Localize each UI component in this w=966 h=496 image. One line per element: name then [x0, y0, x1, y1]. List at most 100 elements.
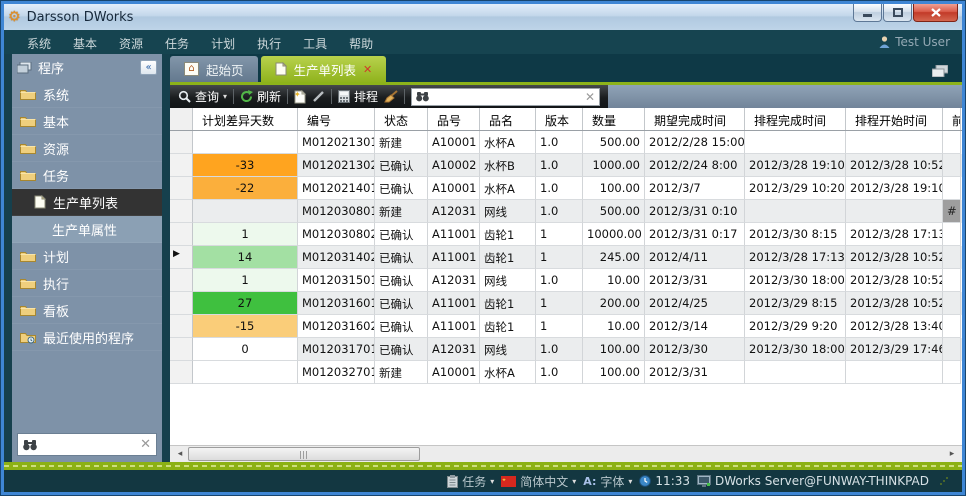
column-header[interactable]: 排程完成时间: [745, 108, 846, 130]
cell-send[interactable]: 2012/3/30 8:15: [745, 223, 846, 246]
cell-sstart[interactable]: 2012/3/28 10:52: [846, 246, 943, 269]
cell-status[interactable]: 已确认: [375, 223, 428, 246]
menu-item-7[interactable]: 工具: [292, 37, 338, 51]
sidebar-item[interactable]: 计划: [12, 243, 162, 270]
menu-item-3[interactable]: 资源: [108, 37, 154, 51]
new-record-button[interactable]: ✦: [294, 85, 306, 108]
cell-diff[interactable]: [193, 200, 298, 223]
cell-send[interactable]: [745, 200, 846, 223]
column-header[interactable]: 状态: [375, 108, 428, 130]
cell-id[interactable]: M012030801: [298, 200, 375, 223]
cell-diff[interactable]: 14: [193, 246, 298, 269]
cell-expect[interactable]: 2012/4/11: [645, 246, 745, 269]
cell-sstart[interactable]: 2012/3/28 17:13: [846, 223, 943, 246]
cell-ver[interactable]: 1.0: [536, 200, 583, 223]
cell-name[interactable]: 网线: [480, 200, 536, 223]
cell-id[interactable]: M012021302: [298, 154, 375, 177]
cell-sstart[interactable]: 2012/3/28 10:52: [846, 154, 943, 177]
row-selector[interactable]: [170, 223, 193, 246]
cell-extra[interactable]: [943, 177, 961, 200]
cell-extra[interactable]: [943, 292, 961, 315]
menu-item-2[interactable]: 基本: [62, 37, 108, 51]
sidebar-item[interactable]: 系统: [12, 81, 162, 108]
cell-diff[interactable]: -33: [193, 154, 298, 177]
cell-name[interactable]: 网线: [480, 269, 536, 292]
tab-close-icon[interactable]: ✕: [363, 63, 372, 76]
menu-item-8[interactable]: 帮助: [338, 37, 384, 51]
cell-pn[interactable]: A11001: [428, 246, 480, 269]
cell-id[interactable]: M012031501: [298, 269, 375, 292]
cell-extra[interactable]: #: [943, 200, 961, 223]
row-selector[interactable]: [170, 131, 193, 154]
cell-expect[interactable]: 2012/3/14: [645, 315, 745, 338]
table-row[interactable]: 1M012031501已确认A12031网线1.010.002012/3/312…: [170, 269, 962, 292]
row-selector[interactable]: [170, 315, 193, 338]
cell-name[interactable]: 水杯A: [480, 177, 536, 200]
cell-qty[interactable]: 10.00: [583, 269, 645, 292]
cell-diff[interactable]: -15: [193, 315, 298, 338]
cell-send[interactable]: 2012/3/28 17:13: [745, 246, 846, 269]
row-selector[interactable]: [170, 177, 193, 200]
sidebar-search-clear-icon[interactable]: ✕: [140, 437, 151, 452]
table-row[interactable]: -15M012031602已确认A11001齿轮1110.002012/3/14…: [170, 315, 962, 338]
cell-sstart[interactable]: [846, 200, 943, 223]
close-button[interactable]: [913, 4, 958, 22]
cell-qty[interactable]: 200.00: [583, 292, 645, 315]
clean-button[interactable]: [384, 85, 398, 108]
cell-qty[interactable]: 245.00: [583, 246, 645, 269]
row-selector[interactable]: [170, 292, 193, 315]
cell-qty[interactable]: 100.00: [583, 177, 645, 200]
cell-pn[interactable]: A10002: [428, 154, 480, 177]
cell-extra[interactable]: [943, 154, 961, 177]
table-row[interactable]: M012021301新建A10001水杯A1.0500.002012/2/28 …: [170, 131, 962, 154]
table-row[interactable]: -22M012021401已确认A10001水杯A1.0100.002012/3…: [170, 177, 962, 200]
current-row-marker[interactable]: ▶: [170, 246, 193, 269]
cell-send[interactable]: 2012/3/28 19:10: [745, 154, 846, 177]
cell-ver[interactable]: 1: [536, 292, 583, 315]
tab-active[interactable]: 生产单列表✕: [261, 56, 387, 82]
cell-sstart[interactable]: [846, 131, 943, 154]
column-header[interactable]: 版本: [536, 108, 583, 130]
scroll-left-icon[interactable]: ◂: [172, 446, 188, 462]
cell-status[interactable]: 已确认: [375, 315, 428, 338]
schedule-button[interactable]: 排程: [338, 85, 378, 108]
cell-status[interactable]: 已确认: [375, 269, 428, 292]
cell-diff[interactable]: [193, 131, 298, 154]
row-selector[interactable]: [170, 361, 193, 384]
sidebar-item[interactable]: 生产单属性: [12, 216, 162, 243]
row-selector[interactable]: [170, 338, 193, 361]
scrollbar-thumb[interactable]: [188, 447, 420, 461]
table-row[interactable]: ▶14M012031402已确认A11001齿轮11245.002012/4/1…: [170, 246, 962, 269]
window-list-icon[interactable]: [932, 65, 962, 77]
cell-pn[interactable]: A10001: [428, 131, 480, 154]
column-header[interactable]: 计划差异天数: [193, 108, 298, 130]
cell-ver[interactable]: 1.0: [536, 154, 583, 177]
cell-id[interactable]: M012030802: [298, 223, 375, 246]
sidebar-search-input[interactable]: [42, 439, 135, 451]
user-area[interactable]: Test User: [879, 35, 950, 49]
cell-name[interactable]: 齿轮1: [480, 223, 536, 246]
column-header[interactable]: 编号: [298, 108, 375, 130]
cell-status[interactable]: 已确认: [375, 177, 428, 200]
cell-send[interactable]: 2012/3/29 8:15: [745, 292, 846, 315]
cell-sstart[interactable]: [846, 361, 943, 384]
menu-item-5[interactable]: 计划: [200, 37, 246, 51]
cell-qty[interactable]: 10000.00: [583, 223, 645, 246]
table-row[interactable]: 0M012031701已确认A12031网线1.0100.002012/3/30…: [170, 338, 962, 361]
cell-extra[interactable]: [943, 338, 961, 361]
cell-sstart[interactable]: 2012/3/28 10:52: [846, 269, 943, 292]
cell-extra[interactable]: [943, 269, 961, 292]
cell-expect[interactable]: 2012/3/7: [645, 177, 745, 200]
cell-extra[interactable]: [943, 246, 961, 269]
cell-expect[interactable]: 2012/3/31 0:10: [645, 200, 745, 223]
cell-expect[interactable]: 2012/2/28 15:00: [645, 131, 745, 154]
cell-id[interactable]: M012032701: [298, 361, 375, 384]
cell-status[interactable]: 新建: [375, 131, 428, 154]
cell-qty[interactable]: 1000.00: [583, 154, 645, 177]
cell-id[interactable]: M012031701: [298, 338, 375, 361]
sidebar-item[interactable]: 任务: [12, 162, 162, 189]
cell-expect[interactable]: 2012/3/30: [645, 338, 745, 361]
cell-ver[interactable]: 1.0: [536, 177, 583, 200]
cell-status[interactable]: 已确认: [375, 292, 428, 315]
sidebar-splitter[interactable]: [162, 54, 170, 462]
